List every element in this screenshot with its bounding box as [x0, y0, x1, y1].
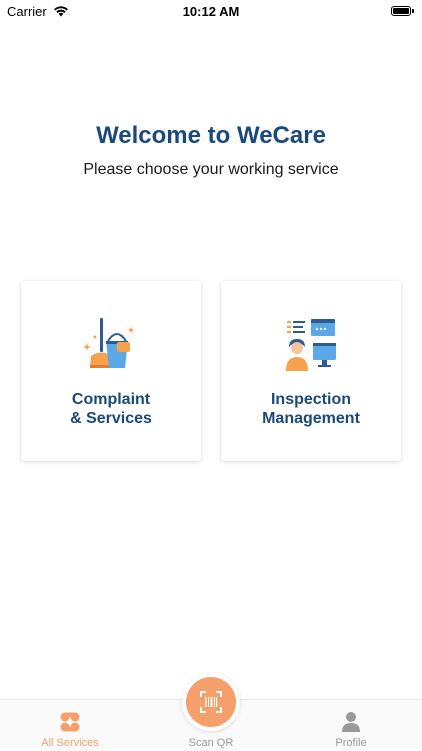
tab-all-services-label: All Services	[41, 737, 99, 749]
tab-profile-label: Profile	[335, 737, 367, 749]
page-subtitle: Please choose your working service	[83, 161, 339, 178]
inspection-icon	[286, 319, 336, 371]
grid-icon	[60, 712, 80, 732]
complaint-services-label: Complaint & Services	[70, 391, 152, 427]
battery-icon	[391, 6, 411, 16]
battery-indicator	[391, 6, 414, 16]
tab-all-services[interactable]: All Services	[10, 700, 130, 751]
page-title: Welcome to WeCare	[96, 122, 326, 149]
inspection-management-card[interactable]: Inspection Management	[221, 281, 401, 461]
inspection-management-label: Inspection Management	[262, 391, 360, 427]
status-time: 10:12 AM	[182, 3, 240, 19]
scan-qr-button[interactable]	[186, 677, 236, 727]
barcode-icon	[200, 691, 222, 713]
user-icon	[342, 712, 360, 732]
cleaning-icon	[83, 318, 134, 368]
status-bar: Carrier 10:12 AM	[0, 0, 422, 22]
complaint-services-card[interactable]: Complaint & Services	[21, 281, 201, 461]
tab-scan-qr-label: Scan QR	[188, 737, 234, 749]
tab-profile[interactable]: Profile	[291, 700, 411, 751]
